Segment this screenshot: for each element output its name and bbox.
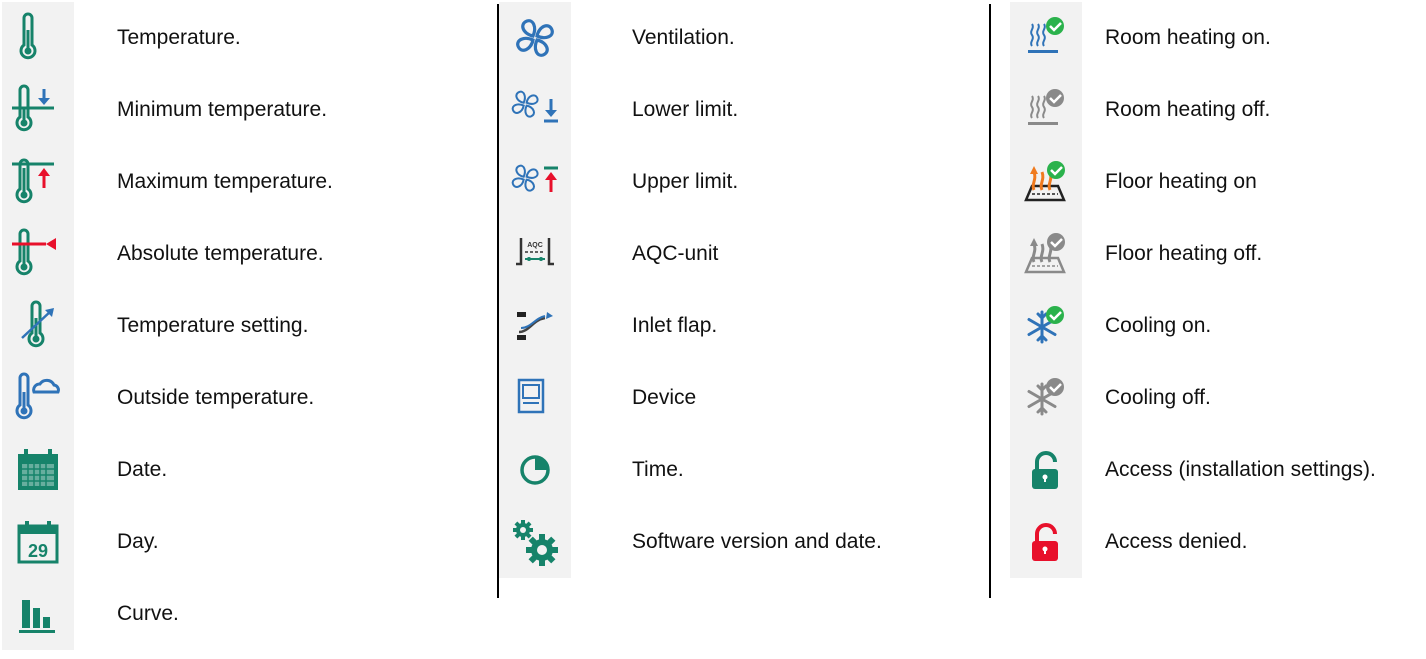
gears-icon xyxy=(499,506,571,578)
calendar-icon xyxy=(2,434,74,506)
bar-chart-icon xyxy=(2,578,74,650)
legend-label: Device xyxy=(632,386,697,409)
calendar-day-icon: 29 xyxy=(2,506,74,578)
aqc-badge: AQC xyxy=(527,242,543,249)
thermometer-min-icon xyxy=(2,74,74,146)
fan-lower-limit-icon xyxy=(499,74,571,146)
legend-label: Upper limit. xyxy=(632,170,739,193)
legend-label: Room heating on. xyxy=(1105,26,1271,49)
lock-denied-icon xyxy=(1010,506,1082,578)
cooling-on-icon xyxy=(1010,290,1082,362)
room-heating-on-icon xyxy=(1010,2,1082,74)
legend-label: Cooling on. xyxy=(1105,314,1212,337)
legend-label: Temperature. xyxy=(117,26,241,49)
legend-label: Ventilation. xyxy=(632,26,735,49)
legend-label: Cooling off. xyxy=(1105,386,1211,409)
legend-label: Inlet flap. xyxy=(632,314,718,337)
legend-label: Software version and date. xyxy=(632,530,882,553)
legend-label: Floor heating off. xyxy=(1105,242,1263,265)
floor-heating-on-icon xyxy=(1010,146,1082,218)
thermometer-absolute-icon xyxy=(2,218,74,290)
legend-label: Maximum temperature. xyxy=(117,170,333,193)
column-divider xyxy=(989,4,991,598)
device-icon xyxy=(499,362,571,434)
floor-heating-off-icon xyxy=(1010,218,1082,290)
outside-temperature-icon xyxy=(2,362,74,434)
legend-label: Outside temperature. xyxy=(117,386,315,409)
legend-label: Minimum temperature. xyxy=(117,98,328,121)
legend-label: Floor heating on xyxy=(1105,170,1257,193)
legend-label: Date. xyxy=(117,458,168,481)
legend-label: Time. xyxy=(632,458,684,481)
aqc-unit-icon: AQC xyxy=(499,218,571,290)
calendar-day-number: 29 xyxy=(28,541,48,561)
legend-label: Absolute temperature. xyxy=(117,242,324,265)
legend-label: Lower limit. xyxy=(632,98,739,121)
thermometer-icon xyxy=(2,2,74,74)
thermometer-setting-icon xyxy=(2,290,74,362)
legend-label: Access (installation settings). xyxy=(1105,458,1376,481)
unlock-icon xyxy=(1010,434,1082,506)
fan-upper-limit-icon xyxy=(499,146,571,218)
room-heating-off-icon xyxy=(1010,74,1082,146)
legend-label: AQC-unit xyxy=(632,242,719,265)
inlet-flap-icon xyxy=(499,290,571,362)
cooling-off-icon xyxy=(1010,362,1082,434)
fan-icon xyxy=(499,2,571,74)
thermometer-max-icon xyxy=(2,146,74,218)
clock-pie-icon xyxy=(499,434,571,506)
legend-label: Access denied. xyxy=(1105,530,1248,553)
legend-label: Day. xyxy=(117,530,159,553)
legend-label: Curve. xyxy=(117,602,179,625)
legend-label: Temperature setting. xyxy=(117,314,309,337)
legend-label: Room heating off. xyxy=(1105,98,1271,121)
